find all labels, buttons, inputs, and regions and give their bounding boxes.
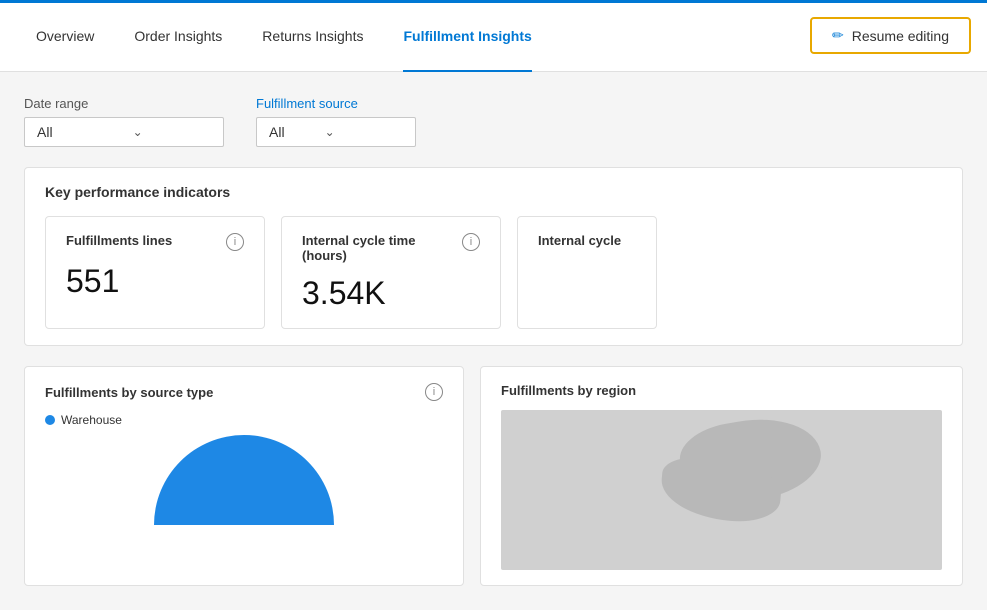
kpi-value-internal-cycle-time: 3.54K — [302, 275, 480, 312]
chart-title-row-region: Fulfillments by region — [501, 383, 942, 398]
info-icon-internal-cycle-time[interactable]: i — [462, 233, 480, 251]
legend-warehouse: Warehouse — [45, 413, 443, 427]
fulfillment-source-chevron-icon: ⌄ — [325, 125, 335, 139]
date-range-filter: Date range All ⌄ — [24, 96, 224, 147]
map-placeholder — [501, 410, 942, 570]
fulfillment-source-filter: Fulfillment source All ⌄ — [256, 96, 416, 147]
filter-row: Date range All ⌄ Fulfillment source All … — [24, 96, 963, 147]
nav-tabs: Overview Order Insights Returns Insights… — [16, 0, 552, 71]
fulfillment-source-label: Fulfillment source — [256, 96, 416, 111]
chart-title-source-type: Fulfillments by source type — [45, 385, 213, 400]
fulfillment-source-select[interactable]: All ⌄ — [256, 117, 416, 147]
kpi-card-header-2: Internal cycle time (hours) i — [302, 233, 480, 263]
tab-order-insights[interactable]: Order Insights — [114, 0, 242, 72]
kpi-section: Key performance indicators Fulfillments … — [24, 167, 963, 346]
kpi-section-title: Key performance indicators — [45, 184, 942, 200]
kpi-card-header-1: Fulfillments lines i — [66, 233, 244, 251]
info-icon-fulfillment-lines[interactable]: i — [226, 233, 244, 251]
kpi-cards: Fulfillments lines i 551 Internal cycle … — [45, 216, 942, 329]
chart-title-row-source: Fulfillments by source type i — [45, 383, 443, 401]
pencil-icon: ✏ — [832, 27, 844, 44]
kpi-label-internal-cycle-time: Internal cycle time (hours) — [302, 233, 462, 263]
tab-overview[interactable]: Overview — [16, 0, 114, 72]
nav-bar: Overview Order Insights Returns Insights… — [0, 0, 987, 72]
chart-title-region: Fulfillments by region — [501, 383, 636, 398]
pie-chart-area — [45, 435, 443, 545]
tab-returns-insights[interactable]: Returns Insights — [242, 0, 383, 72]
date-range-select[interactable]: All ⌄ — [24, 117, 224, 147]
pie-chart — [144, 435, 344, 545]
legend-dot-warehouse — [45, 415, 55, 425]
bottom-charts-row: Fulfillments by source type i Warehouse — [24, 366, 963, 586]
fulfillments-by-source-type-card: Fulfillments by source type i Warehouse — [24, 366, 464, 586]
kpi-card-internal-cycle-time: Internal cycle time (hours) i 3.54K — [281, 216, 501, 329]
date-range-label: Date range — [24, 96, 224, 111]
main-content: Date range All ⌄ Fulfillment source All … — [0, 72, 987, 610]
tab-fulfillment-insights[interactable]: Fulfillment Insights — [383, 0, 551, 72]
kpi-label-fulfillment-lines: Fulfillments lines — [66, 233, 172, 248]
date-range-chevron-icon: ⌄ — [133, 125, 143, 139]
kpi-card-fulfillment-lines: Fulfillments lines i 551 — [45, 216, 265, 329]
kpi-label-internal-cycle-partial: Internal cycle — [538, 233, 621, 248]
kpi-card-header-3: Internal cycle — [538, 233, 636, 248]
info-icon-source-type[interactable]: i — [425, 383, 443, 401]
resume-editing-button[interactable]: ✏ Resume editing — [810, 17, 971, 54]
kpi-card-internal-cycle-partial: Internal cycle — [517, 216, 657, 329]
fulfillments-by-region-card: Fulfillments by region — [480, 366, 963, 586]
kpi-value-fulfillment-lines: 551 — [66, 263, 244, 300]
